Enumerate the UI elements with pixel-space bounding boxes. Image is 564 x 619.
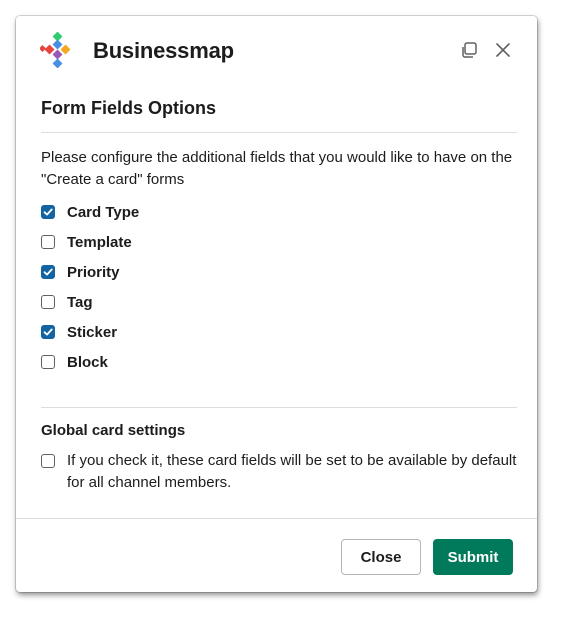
- modal-header: Businessmap: [16, 16, 537, 86]
- app-title: Businessmap: [93, 38, 234, 63]
- field-option-priority[interactable]: Priority: [41, 257, 139, 287]
- close-icon[interactable]: [493, 40, 513, 60]
- checkbox-unchecked[interactable]: [41, 235, 55, 249]
- checkbox-checked[interactable]: [41, 265, 55, 279]
- footer-divider: [16, 518, 537, 519]
- global-setting-text: If you check it, these card fields will …: [67, 452, 517, 491]
- checkmark-icon: [43, 208, 53, 216]
- field-option-card-type[interactable]: Card Type: [41, 197, 139, 227]
- field-option-label: Block: [67, 353, 108, 371]
- field-options-list: Card Type Template Priority Tag Sticker …: [41, 197, 139, 377]
- global-settings-heading: Global card settings: [41, 422, 186, 439]
- field-option-template[interactable]: Template: [41, 227, 139, 257]
- field-option-label: Template: [67, 233, 132, 251]
- popout-window-icon[interactable]: [459, 40, 479, 60]
- checkmark-icon: [43, 268, 53, 276]
- checkbox-unchecked[interactable]: [41, 295, 55, 309]
- checkbox-unchecked[interactable]: [41, 355, 55, 369]
- dialog-description: Please configure the additional fields t…: [41, 149, 513, 188]
- divider: [41, 407, 517, 408]
- checkbox-unchecked[interactable]: [41, 454, 55, 468]
- global-setting-option[interactable]: If you check it, these card fields will …: [41, 450, 521, 494]
- field-option-label: Tag: [67, 293, 93, 311]
- checkmark-icon: [43, 328, 53, 336]
- field-option-sticker[interactable]: Sticker: [41, 317, 139, 347]
- field-option-label: Priority: [67, 263, 120, 281]
- field-option-label: Card Type: [67, 203, 140, 221]
- checkbox-checked[interactable]: [41, 205, 55, 219]
- close-button[interactable]: Close: [341, 539, 421, 575]
- divider: [41, 132, 517, 133]
- dialog-title: Form Fields Options: [41, 98, 217, 118]
- field-option-tag[interactable]: Tag: [41, 287, 139, 317]
- modal-dialog: Businessmap Form Fields Options Please c…: [16, 16, 537, 592]
- submit-button[interactable]: Submit: [433, 539, 513, 575]
- businessmap-logo-icon: [40, 32, 71, 68]
- checkbox-checked[interactable]: [41, 325, 55, 339]
- field-option-label: Sticker: [67, 323, 118, 341]
- field-option-block[interactable]: Block: [41, 347, 139, 377]
